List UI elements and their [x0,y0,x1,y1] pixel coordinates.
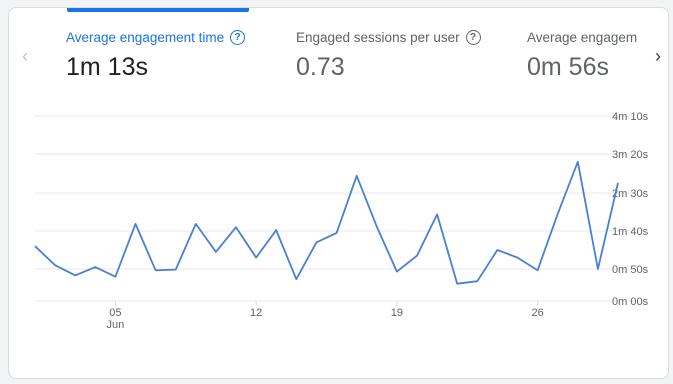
series-line [34,160,619,285]
y-tick-label: 0m 50s [612,264,649,276]
x-tick-label: 12 [250,307,262,319]
engagement-line-chart: 0m 00s 0m 50s 1m 40s 2m 30s 3m 20s 4m 10s 05Ju… [34,111,649,331]
y-tick-label: 1m 40s [612,226,649,238]
x-tick-label: 05 [109,307,121,319]
metrics-card: ‹ Average engagement time ? 1m 13s Engag… [8,7,669,379]
y-tick-label: 2m 30s [612,188,649,200]
x-tick-label: 19 [391,307,403,319]
x-tick-label: 26 [531,307,543,319]
x-tick-sublabel: Jun [107,319,125,331]
y-tick-label: 0m 00s [612,296,649,308]
y-tick-label: 3m 20s [612,149,649,161]
y-tick-label: 4m 10s [612,111,649,123]
